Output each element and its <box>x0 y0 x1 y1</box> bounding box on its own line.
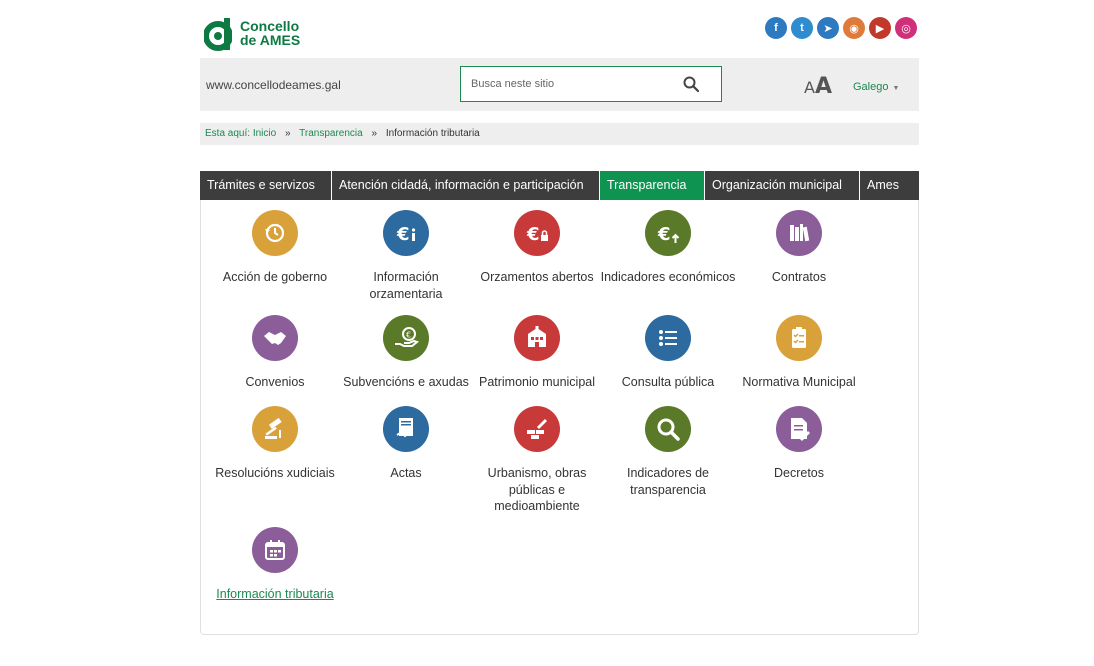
transparency-item-label: Consulta pública <box>621 375 715 389</box>
tab-tramites[interactable]: Trámites e servizos <box>200 171 332 200</box>
language-label: Galego <box>853 81 889 93</box>
transparency-item-consulta-publica[interactable]: Consulta pública <box>598 315 738 391</box>
transparency-item-normativa-municipal[interactable]: Normativa Municipal <box>729 315 869 391</box>
logo-line2: de AMES <box>240 32 301 48</box>
building-icon <box>514 315 560 361</box>
transparency-item-contratos[interactable]: Contratos <box>729 210 869 286</box>
transparency-item-actas[interactable]: Actas <box>336 406 476 482</box>
tab-ames[interactable]: Ames <box>860 171 919 200</box>
breadcrumb-section[interactable]: Transparencia <box>299 128 363 139</box>
transparency-item-convenios[interactable]: Convenios <box>205 315 345 391</box>
transparency-item-label: Resolucións xudiciais <box>215 466 335 480</box>
breadcrumb: Esta aquí: Inicio » Transparencia » Info… <box>200 123 919 145</box>
svg-text:€: € <box>396 224 410 245</box>
transparency-item-informacion-tributaria[interactable]: Información tributaria <box>205 527 345 603</box>
top-bar: www.concellodeames.gal AA Galego▼ <box>200 58 919 111</box>
svg-text:€: € <box>406 331 411 340</box>
logo-line1: Concello <box>240 18 300 34</box>
transparency-item-resolucions-xudiciais[interactable]: Resolucións xudiciais <box>205 406 345 482</box>
breadcrumb-separator: » <box>284 128 291 139</box>
twitter-icon[interactable]: t <box>791 17 813 39</box>
font-size-large[interactable]: A <box>815 74 832 99</box>
list-icon <box>645 315 691 361</box>
transparency-item-label: Patrimonio municipal <box>478 375 596 389</box>
caret-down-icon: ▼ <box>892 85 900 92</box>
transparency-item-subvencions-e-axudas[interactable]: € Subvencións e axudas <box>336 315 476 391</box>
breadcrumb-home[interactable]: Inicio <box>253 128 276 139</box>
transparency-item-urbanismo-obras-publicas-e-medioambiente[interactable]: Urbanismo, obras públicas e medioambient… <box>467 406 607 515</box>
handshake-icon <box>252 315 298 361</box>
transparency-item-label: Contratos <box>771 270 827 284</box>
transparency-item-label: Convenios <box>245 375 305 389</box>
transparency-item-indicadores-economicos[interactable]: € Indicadores económicos <box>598 210 738 286</box>
trowel-wall-icon <box>514 406 560 452</box>
svg-text:€: € <box>526 224 540 245</box>
breadcrumb-current: Información tributaria <box>385 128 480 139</box>
ames-logo-icon <box>203 14 233 52</box>
site-url[interactable]: www.concellodeames.gal <box>206 78 341 92</box>
transparency-item-orzamentos-abertos[interactable]: € Orzamentos abertos <box>467 210 607 286</box>
transparency-item-label: Subvencións e axudas <box>343 375 469 389</box>
tab-atencion[interactable]: Atención cidadá, información e participa… <box>332 171 600 200</box>
breadcrumb-separator: » <box>371 128 378 139</box>
transparency-item-label: Información orzamentaria <box>369 270 443 301</box>
clipboard-icon <box>776 315 822 361</box>
transparency-item-label: Actas <box>390 466 422 480</box>
transparency-item-label: Acción de goberno <box>222 270 328 284</box>
transparency-item-label: Indicadores económicos <box>600 270 736 284</box>
transparency-item-informacion-orzamentaria[interactable]: € Información orzamentaria <box>336 210 476 302</box>
logo[interactable]: Concello de AMES <box>203 14 300 52</box>
transparency-item-label: Indicadores de transparencia <box>626 466 709 497</box>
transparency-item-label: Normativa Municipal <box>742 375 856 389</box>
document-signed-icon <box>383 406 429 452</box>
search-input[interactable] <box>461 67 681 101</box>
magnifier-icon <box>645 406 691 452</box>
search-icon[interactable] <box>683 76 699 92</box>
transparency-item-indicadores-de-transparencia[interactable]: Indicadores de transparencia <box>598 406 738 498</box>
document-edit-icon <box>776 406 822 452</box>
youtube-icon[interactable]: ▶ <box>869 17 891 39</box>
instagram-icon[interactable]: ◎ <box>895 17 917 39</box>
transparency-item-accion-de-goberno[interactable]: Acción de goberno <box>205 210 345 286</box>
language-selector[interactable]: Galego ▼ <box>853 81 899 93</box>
facebook-icon[interactable]: f <box>765 17 787 39</box>
tab-organizacion[interactable]: Organización municipal <box>705 171 860 200</box>
transparency-item-patrimonio-municipal[interactable]: Patrimonio municipal <box>467 315 607 391</box>
transparency-item-decretos[interactable]: Decretos <box>729 406 869 482</box>
books-icon <box>776 210 822 256</box>
euro-lock-icon: € <box>514 210 560 256</box>
transparency-item-label: Orzamentos abertos <box>480 270 594 284</box>
breadcrumb-prefix: Esta aquí: <box>205 128 251 139</box>
search-box <box>460 66 722 102</box>
transparency-item-label: Decretos <box>773 466 825 480</box>
social-links: f t ➤ ◉ ▶ ◎ <box>765 17 917 39</box>
logo-text: Concello de AMES <box>240 19 300 47</box>
font-size-small[interactable]: A <box>804 78 815 97</box>
telegram-icon[interactable]: ➤ <box>817 17 839 39</box>
euro-info-icon: € <box>383 210 429 256</box>
gavel-icon <box>252 406 298 452</box>
rss-icon[interactable]: ◉ <box>843 17 865 39</box>
svg-text:€: € <box>657 224 671 245</box>
calendar-icon <box>252 527 298 573</box>
euro-up-icon: € <box>645 210 691 256</box>
transparency-item-label[interactable]: Información tributaria <box>205 586 345 603</box>
hand-coin-icon: € <box>383 315 429 361</box>
main-nav: Trámites e servizos Atención cidadá, inf… <box>200 171 919 200</box>
transparency-item-label: Urbanismo, obras públicas e medioambient… <box>487 466 587 513</box>
tab-transparencia[interactable]: Transparencia <box>600 171 705 200</box>
transparency-panel: Acción de goberno € Información orzamentar… <box>200 200 919 635</box>
font-size-control[interactable]: AA <box>804 74 832 99</box>
history-icon <box>252 210 298 256</box>
